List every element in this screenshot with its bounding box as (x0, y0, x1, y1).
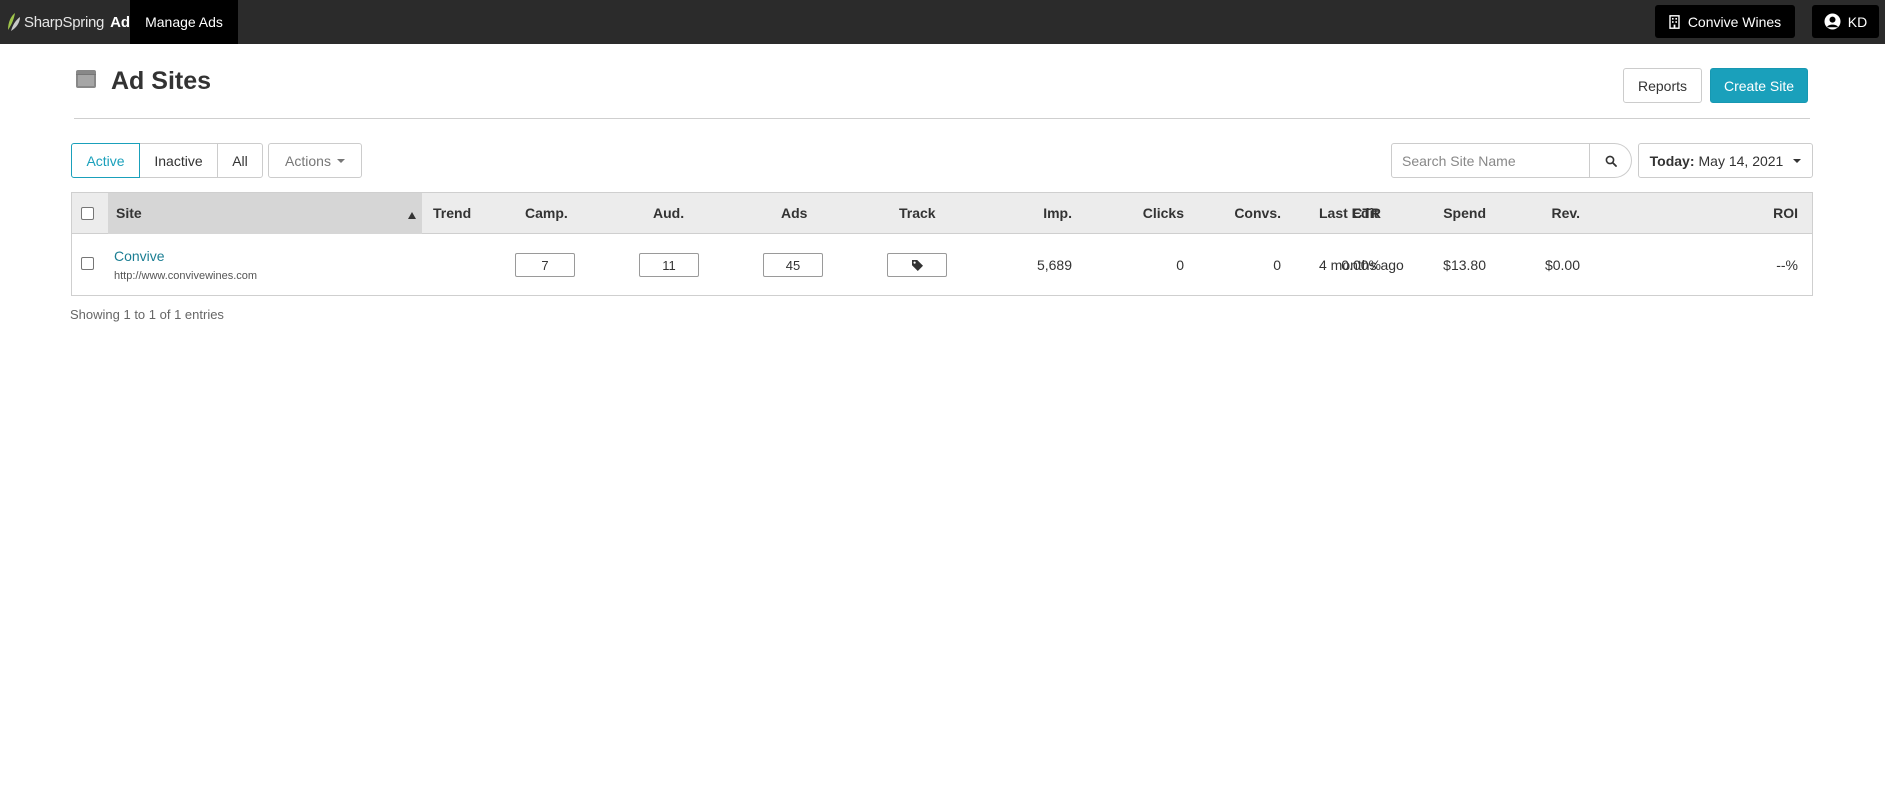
reports-button[interactable]: Reports (1623, 68, 1702, 103)
search-input[interactable] (1391, 143, 1590, 178)
roi-value: --% (1776, 257, 1798, 273)
spend-value: $13.80 (1443, 257, 1486, 273)
filter-inactive-button[interactable]: Inactive (139, 143, 218, 178)
col-rev-header[interactable]: Rev. (1551, 193, 1580, 234)
conversions-value: 0 (1273, 257, 1281, 273)
actions-dropdown[interactable]: Actions (268, 143, 362, 178)
entries-summary: Showing 1 to 1 of 1 entries (70, 307, 224, 322)
col-aud-header[interactable]: Aud. (653, 193, 684, 234)
audiences-count-button[interactable]: 11 (639, 253, 699, 277)
col-clicks-header[interactable]: Clicks (1143, 193, 1184, 234)
building-icon (1669, 14, 1680, 29)
create-site-button[interactable]: Create Site (1710, 68, 1808, 103)
caret-down-icon (1793, 158, 1802, 163)
col-roi-header[interactable]: ROI (1773, 193, 1798, 234)
nav-manage-ads[interactable]: Manage Ads (130, 0, 238, 44)
user-initials: KD (1847, 13, 1868, 30)
clicks-value: 0 (1176, 257, 1184, 273)
sharpspring-leaf-icon (8, 13, 20, 31)
user-avatar-icon (1824, 13, 1841, 30)
site-search (1391, 143, 1632, 178)
sites-table: Site Trend Camp. Aud. Ads Track Imp. Cli… (71, 192, 1813, 296)
col-spend-header[interactable]: Spend (1443, 193, 1486, 234)
user-menu-button[interactable]: KD (1812, 5, 1879, 38)
col-convs-header[interactable]: Convs. (1234, 193, 1281, 234)
top-navbar: SharpSpring Ads Manage Ads Convive Wines… (0, 0, 1885, 44)
tag-icon (911, 259, 923, 271)
status-filter-group: Active Inactive All (71, 143, 263, 178)
col-site-header[interactable]: Site (108, 193, 422, 234)
search-button[interactable] (1590, 143, 1632, 178)
track-button[interactable] (887, 253, 947, 277)
account-name: Convive Wines (1687, 13, 1782, 30)
caret-down-icon (336, 158, 345, 163)
page-title: Ad Sites (111, 67, 212, 95)
filter-active-button[interactable]: Active (71, 143, 140, 178)
browser-window-icon (76, 70, 96, 88)
date-prefix: Today: (1649, 152, 1695, 169)
sort-ascending-icon (408, 212, 416, 219)
actions-label: Actions (285, 152, 331, 169)
date-value: May 14, 2021 (1698, 152, 1784, 169)
account-switcher-button[interactable]: Convive Wines (1655, 5, 1795, 38)
row-select-checkbox[interactable] (81, 257, 94, 270)
col-ads-header[interactable]: Ads (781, 193, 807, 234)
revenue-value: $0.00 (1544, 257, 1580, 273)
campaigns-count-button[interactable]: 7 (515, 253, 575, 277)
col-camp-header[interactable]: Camp. (525, 193, 568, 234)
col-imp-header[interactable]: Imp. (1043, 193, 1072, 234)
search-icon (1605, 155, 1617, 167)
ads-count-button[interactable]: 45 (763, 253, 823, 277)
site-name-link[interactable]: Convive (114, 248, 165, 264)
table-header: Site Trend Camp. Aud. Ads Track Imp. Cli… (72, 193, 1812, 234)
site-url: http://www.convivewines.com (114, 270, 258, 282)
date-range-dropdown[interactable]: Today: May 14, 2021 (1638, 143, 1813, 178)
filter-all-button[interactable]: All (217, 143, 263, 178)
brand-logo[interactable]: SharpSpring Ads (6, 0, 138, 44)
select-all-checkbox[interactable] (81, 207, 94, 220)
brand-name: SharpSpring (24, 13, 105, 31)
header-divider (74, 118, 1810, 119)
col-trend-header[interactable]: Trend (433, 193, 471, 234)
col-track-header[interactable]: Track (899, 193, 936, 234)
last-edit-value: 4 months ago (1319, 257, 1404, 273)
col-site-label: Site (116, 205, 142, 221)
col-last-edit-header[interactable]: Last Edit (1319, 193, 1378, 234)
impressions-value: 5,689 (1036, 257, 1072, 273)
